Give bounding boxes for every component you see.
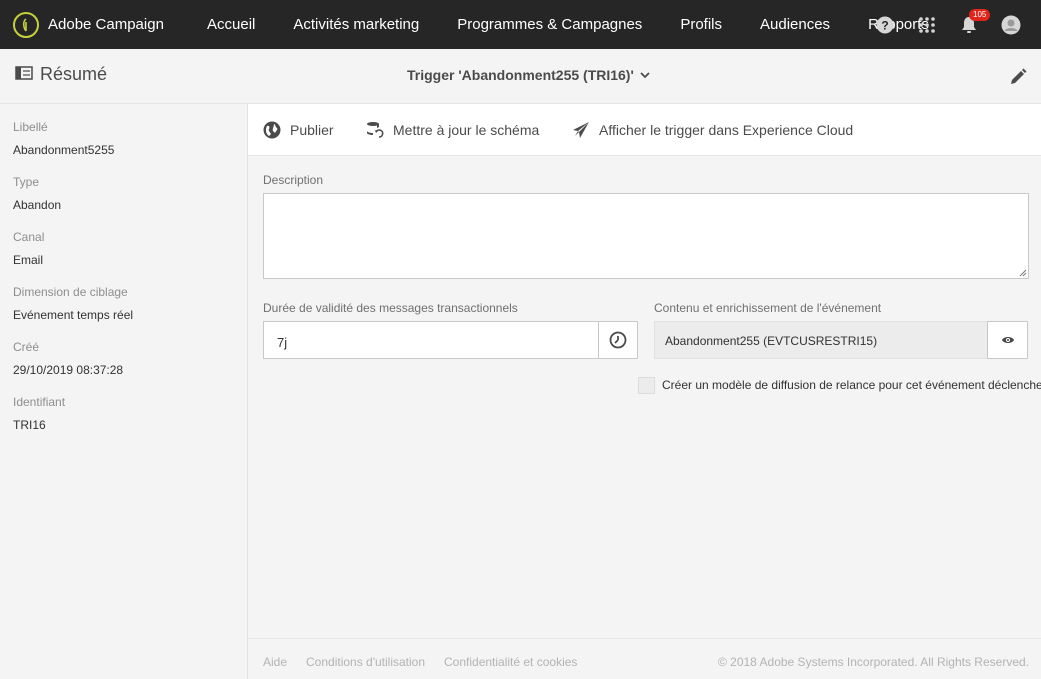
notifications-bell-icon[interactable]: 105: [955, 0, 991, 49]
nav-programmes-campagnes[interactable]: Programmes & Campagnes: [457, 0, 642, 49]
page-header: Résumé Trigger 'Abandonment255 (TRI16)': [0, 49, 1041, 104]
field-libelle: Libellé Abandonment5255: [13, 120, 114, 157]
svg-text:?: ?: [881, 18, 888, 32]
top-navigation-bar: Adobe Campaign Accueil Activités marketi…: [0, 0, 1041, 49]
show-in-cloud-label: Afficher le trigger dans Experience Clou…: [599, 122, 854, 138]
brand[interactable]: Adobe Campaign: [13, 11, 207, 38]
trigger-title: Trigger 'Abandonment255 (TRI16)': [407, 67, 634, 83]
edit-pencil-icon[interactable]: [1007, 66, 1029, 88]
field-cree: Créé 29/10/2019 08:37:28: [13, 340, 123, 377]
brand-name: Adobe Campaign: [48, 16, 164, 33]
copyright-text: © 2018 Adobe Systems Incorporated. All R…: [717, 655, 1029, 669]
footer: Aide Conditions d'utilisation Confidenti…: [248, 638, 1041, 679]
description-textarea[interactable]: [263, 193, 1029, 279]
event-label: Contenu et enrichissement de l'événement: [654, 301, 882, 315]
summary-title: Résumé: [15, 64, 107, 85]
duration-picker-button[interactable]: [598, 321, 638, 359]
globe-icon: [263, 121, 281, 139]
footer-link-aide[interactable]: Aide: [263, 655, 287, 669]
field-identifiant: Identifiant TRI16: [13, 395, 65, 432]
app-switcher-grid-icon[interactable]: [913, 0, 941, 49]
main-content: Publier Mettre à jour le schéma Afficher…: [248, 104, 1041, 679]
adobe-campaign-logo-icon: [13, 11, 39, 38]
field-value: 29/10/2019 08:37:28: [13, 363, 124, 377]
field-type: Type Abandon: [13, 175, 61, 212]
publish-button[interactable]: Publier: [263, 121, 334, 139]
duration-input[interactable]: 7j: [263, 321, 599, 359]
send-paper-plane-icon: [573, 122, 589, 138]
field-value: TRI16: [13, 418, 46, 432]
field-value: Abandonment5255: [13, 143, 115, 157]
duration-label: Durée de validité des messages transacti…: [263, 301, 518, 315]
eye-icon: [1001, 337, 1014, 343]
nav-accueil[interactable]: Accueil: [207, 0, 255, 49]
summary-panel-icon: [15, 64, 33, 85]
notification-count-badge: 105: [969, 9, 991, 21]
field-value: Email: [13, 253, 44, 267]
view-event-button[interactable]: [987, 321, 1028, 359]
resize-grip-icon[interactable]: [1019, 269, 1027, 277]
field-label: Dimension de ciblage: [13, 285, 128, 299]
summary-sidebar: Libellé Abandonment5255 Type Abandon Can…: [0, 104, 248, 679]
field-value: Abandon: [13, 198, 62, 212]
update-schema-label: Mettre à jour le schéma: [393, 122, 540, 138]
field-label: Créé: [13, 340, 40, 354]
description-label: Description: [263, 173, 324, 187]
show-in-experience-cloud-button[interactable]: Afficher le trigger dans Experience Clou…: [572, 121, 853, 139]
chevron-down-icon: [640, 71, 650, 79]
event-content-field: Abandonment255 (EVTCUSRESTRI15): [654, 321, 988, 359]
help-icon[interactable]: ?: [871, 0, 899, 49]
summary-label: Résumé: [40, 64, 108, 84]
field-dimension-ciblage: Dimension de ciblage Evénement temps rée…: [13, 285, 133, 322]
user-avatar[interactable]: [997, 0, 1025, 49]
action-bar: Publier Mettre à jour le schéma Afficher…: [248, 104, 1041, 156]
trigger-title-dropdown[interactable]: Trigger 'Abandonment255 (TRI16)': [407, 67, 650, 83]
nav-profils[interactable]: Profils: [680, 0, 722, 49]
publish-label: Publier: [290, 122, 334, 138]
field-canal: Canal Email: [13, 230, 44, 267]
field-label: Canal: [13, 230, 45, 244]
field-label: Type: [13, 175, 40, 189]
update-schema-button[interactable]: Mettre à jour le schéma: [366, 121, 539, 139]
field-label: Libellé: [13, 120, 48, 134]
field-value: Evénement temps réel: [13, 308, 134, 322]
footer-link-confidentialite[interactable]: Confidentialité et cookies: [444, 655, 577, 669]
footer-link-conditions[interactable]: Conditions d'utilisation: [306, 655, 425, 669]
relaunch-template-checkbox[interactable]: [638, 377, 655, 394]
nav-activites-marketing[interactable]: Activités marketing: [293, 0, 419, 49]
database-refresh-icon: [366, 122, 384, 138]
field-label: Identifiant: [13, 395, 66, 409]
clock-icon: [609, 331, 627, 349]
relaunch-template-label: Créer un modèle de diffusion de relance …: [662, 378, 1041, 392]
nav-audiences[interactable]: Audiences: [760, 0, 830, 49]
